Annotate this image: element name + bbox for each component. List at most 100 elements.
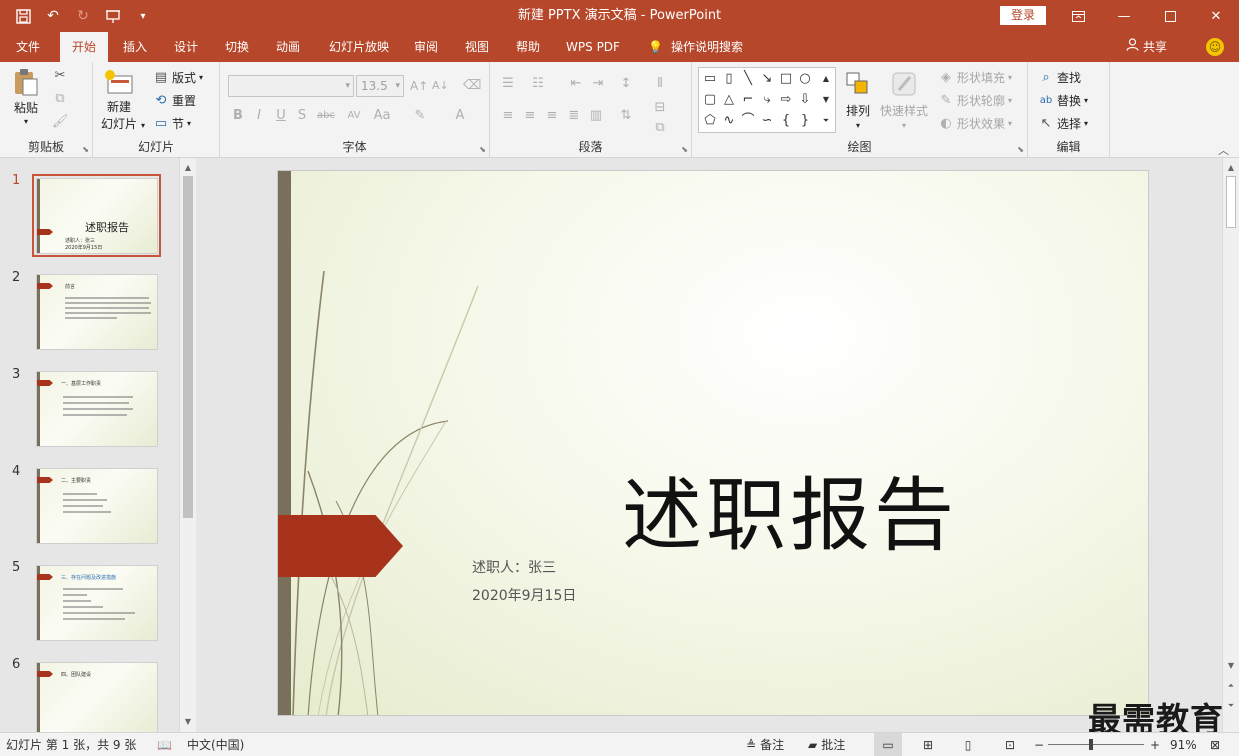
left-brace-shape-icon[interactable]: { (777, 112, 795, 130)
rounded-rect-shape-icon[interactable]: ▢ (701, 91, 719, 109)
rectangle-shape-icon[interactable]: □ (777, 70, 795, 88)
drawing-launcher-icon[interactable]: ⬊ (1017, 145, 1024, 154)
reset-button[interactable]: ⟲ 重置 (153, 92, 196, 109)
font-size-combo[interactable]: 13.5 ▾ (356, 75, 404, 97)
normal-view-icon[interactable]: ▭ (874, 733, 902, 756)
scroll-up-icon[interactable]: ▲ (1223, 160, 1239, 176)
current-slide[interactable]: 述职报告 述职人：张三 2020年9月15日 (277, 170, 1149, 716)
zoom-in-icon[interactable]: + (1150, 733, 1160, 756)
comments-button[interactable]: ▰ 批注 (808, 733, 845, 756)
quick-styles-button[interactable]: 快速样式 ▾ (880, 68, 928, 130)
tab-file[interactable]: 文件 (4, 32, 52, 62)
spellcheck-icon[interactable]: 📖 (157, 733, 172, 756)
slide-thumbnail-5[interactable]: 三、存在问题及改进措施 (36, 565, 158, 641)
tab-home[interactable]: 开始 (60, 32, 108, 62)
shadow-button[interactable]: S (294, 108, 310, 124)
oval-shape-icon[interactable]: ○ (796, 70, 814, 88)
tab-view[interactable]: 视图 (453, 32, 501, 62)
shape-fill-button[interactable]: ◈ 形状填充 ▾ (938, 69, 1012, 86)
undo-icon[interactable]: ↶ (38, 0, 68, 32)
copy-icon[interactable]: ⧉ (52, 91, 68, 107)
clipboard-launcher-icon[interactable]: ⬊ (82, 145, 89, 154)
slide-thumbnail-4[interactable]: 二、主要职责 (36, 468, 158, 544)
customize-icon[interactable]: ▾ (128, 0, 158, 32)
highlight-icon[interactable]: ✎ (412, 108, 428, 124)
slide-date[interactable]: 2020年9月15日 (472, 585, 576, 605)
tab-wps-pdf[interactable]: WPS PDF (558, 32, 628, 62)
vertical-textbox-shape-icon[interactable]: ▯ (720, 70, 738, 88)
change-case-button[interactable]: Aa (372, 108, 392, 124)
arc-shape-icon[interactable]: ⌒ (739, 112, 757, 130)
align-right-icon[interactable]: ≡ (544, 108, 560, 124)
zoom-level[interactable]: 91% (1170, 733, 1197, 756)
zoom-slider-knob[interactable] (1089, 739, 1093, 750)
freeform-shape-icon[interactable]: ∿ (720, 112, 738, 130)
numbering-icon[interactable]: ☷ (530, 76, 546, 92)
scroll-thumb[interactable] (183, 176, 193, 518)
close-icon[interactable]: ✕ (1193, 0, 1239, 32)
char-spacing-button[interactable]: AV (344, 108, 364, 124)
tab-help[interactable]: 帮助 (504, 32, 552, 62)
arrange-button[interactable]: 排列 ▾ (842, 68, 874, 130)
right-arrow-shape-icon[interactable]: ⇨ (777, 91, 795, 109)
slide-presenter[interactable]: 述职人：张三 (472, 557, 556, 577)
select-button[interactable]: ↖ 选择 ▾ (1038, 115, 1088, 132)
tab-transitions[interactable]: 切换 (213, 32, 261, 62)
arrow-line-shape-icon[interactable]: ↘ (758, 70, 776, 88)
italic-button[interactable]: I (251, 108, 267, 124)
align-center-icon[interactable]: ≡ (522, 108, 538, 124)
font-color-button[interactable]: A (452, 108, 468, 124)
tell-me-search[interactable]: 💡 操作说明搜索 (648, 32, 743, 62)
line-shape-icon[interactable]: ╲ (739, 70, 757, 88)
reading-view-icon[interactable]: ▯ (954, 733, 982, 756)
collapse-ribbon-icon[interactable]: ︿ (1218, 142, 1229, 158)
find-button[interactable]: ⌕ 查找 (1038, 69, 1081, 86)
scroll-down-icon[interactable]: ▼ (180, 714, 196, 730)
slide-thumbnail-6[interactable]: 四、团队建设 (36, 662, 158, 732)
new-slide-button[interactable]: 新建 幻灯片 (101, 66, 137, 132)
decrease-indent-icon[interactable]: ⇤ (568, 76, 584, 92)
paste-button[interactable]: 粘贴 ▾ (10, 66, 42, 126)
share-button[interactable]: 共享 (1126, 32, 1167, 62)
slide-thumbnail-2[interactable]: 前言 (36, 274, 158, 350)
tab-insert[interactable]: 插入 (112, 32, 158, 62)
font-shrink-icon[interactable]: A↓ (432, 78, 449, 94)
curve-shape-icon[interactable]: ∽ (758, 112, 776, 130)
align-left-icon[interactable]: ≡ (500, 108, 516, 124)
minimize-icon[interactable]: — (1101, 0, 1147, 32)
slide-thumbnail-3[interactable]: 一、基层工作职责 (36, 371, 158, 447)
layout-button[interactable]: ▤ 版式 ▾ (153, 69, 203, 86)
align-text-icon[interactable]: ⊟ (652, 100, 668, 116)
replace-button[interactable]: ab 替换 ▾ (1038, 92, 1088, 109)
elbow-connector-shape-icon[interactable]: ⌐ (739, 91, 757, 109)
shapes-gallery[interactable]: ▭ ▯ ╲ ↘ □ ○ ▢ △ ⌐ ⤷ ⇨ ⇩ ⬠ ∿ ⌒ ∽ { } ▲ ▼ … (698, 67, 836, 133)
textbox-shape-icon[interactable]: ▭ (701, 70, 719, 88)
scroll-up-icon[interactable]: ▲ (180, 160, 196, 176)
cut-icon[interactable]: ✂ (52, 68, 68, 84)
bold-button[interactable]: B (230, 108, 246, 124)
tab-design[interactable]: 设计 (162, 32, 210, 62)
language-indicator[interactable]: 中文(中国) (187, 733, 244, 756)
right-brace-shape-icon[interactable]: } (796, 112, 814, 130)
tab-slideshow[interactable]: 幻灯片放映 (318, 32, 400, 62)
smartart-icon[interactable]: ⧉ (652, 120, 668, 136)
columns-icon[interactable]: ⫴ (652, 76, 668, 92)
thumbnail-scrollbar[interactable]: ▲ ▼ (179, 158, 196, 732)
increase-indent-icon[interactable]: ⇥ (590, 76, 606, 92)
elbow-arrow-shape-icon[interactable]: ⤷ (758, 91, 776, 109)
previous-slide-icon[interactable]: ⏶ (1223, 678, 1239, 694)
section-button[interactable]: ▭ 节 ▾ (153, 115, 191, 132)
shape-effects-button[interactable]: ◐ 形状效果 ▾ (938, 115, 1012, 132)
zoom-out-icon[interactable]: − (1034, 733, 1044, 756)
zoom-slider-track[interactable] (1048, 744, 1144, 745)
justify-icon[interactable]: ≣ (566, 108, 582, 124)
clear-format-icon[interactable]: ⌫ (463, 78, 481, 94)
font-name-combo[interactable]: ▾ (228, 75, 354, 97)
font-grow-icon[interactable]: A↑ (410, 78, 428, 94)
save-icon[interactable] (8, 0, 38, 32)
next-slide-icon[interactable]: ⏷ (1223, 698, 1239, 714)
fit-slide-icon[interactable]: ⊠ (1210, 733, 1220, 756)
maximize-icon[interactable] (1147, 0, 1193, 32)
gallery-down-icon[interactable]: ▼ (817, 91, 835, 109)
gallery-up-icon[interactable]: ▲ (817, 70, 835, 88)
